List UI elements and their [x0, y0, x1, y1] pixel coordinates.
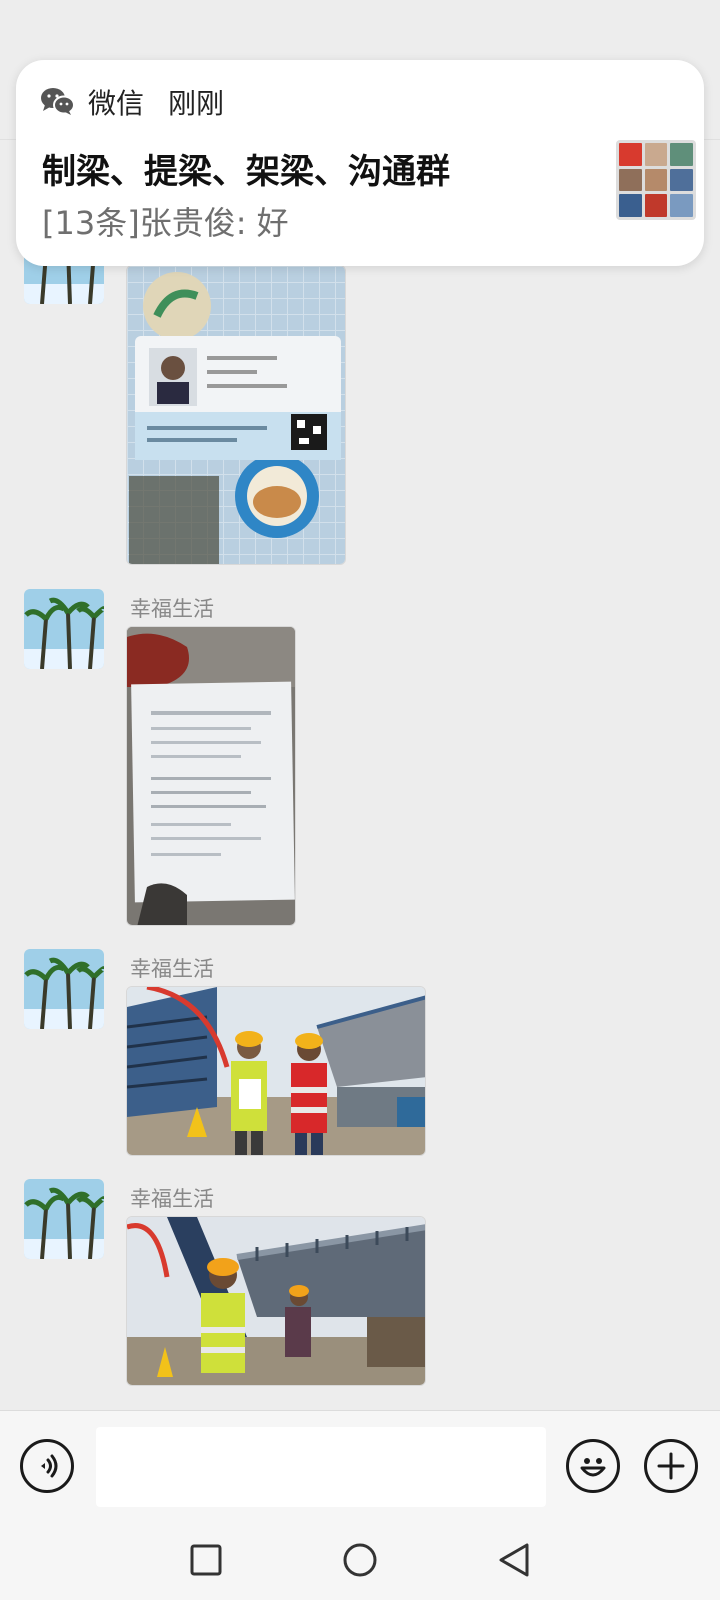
- sender-avatar[interactable]: [24, 949, 104, 1029]
- notification-preview: [13条]张贵俊: 好: [42, 204, 289, 242]
- emoji-button[interactable]: [566, 1439, 620, 1493]
- sender-name: 幸福生活: [130, 1187, 214, 1211]
- notification-time: 刚刚: [168, 87, 225, 120]
- voice-input-icon: [41, 1454, 58, 1478]
- group-avatar-tile: [670, 168, 693, 192]
- notification-app-name: 微信: [88, 87, 145, 120]
- sender-avatar[interactable]: [24, 589, 104, 669]
- wechat-icon: [41, 88, 74, 115]
- group-avatar-tile: [670, 194, 693, 217]
- triangle-back-icon: [499, 1543, 529, 1577]
- group-avatar-tile: [644, 194, 668, 217]
- group-avatar-tile: [619, 168, 642, 192]
- back-button[interactable]: [490, 1536, 538, 1584]
- more-button[interactable]: [644, 1439, 698, 1493]
- sender-avatar[interactable]: [24, 1179, 104, 1259]
- group-avatar-tile: [644, 143, 668, 166]
- group-avatar-tile: [619, 194, 642, 217]
- notification-title: 制梁、提梁、架梁、沟通群: [42, 152, 450, 192]
- home-button[interactable]: [336, 1536, 384, 1584]
- circle-icon: [343, 1543, 377, 1577]
- group-avatar-tile: [619, 143, 642, 166]
- notification-banner[interactable]: 微信 刚刚 制梁、提梁、架梁、沟通群 [13条]张贵俊: 好: [16, 60, 704, 266]
- recent-apps-button[interactable]: [182, 1536, 230, 1584]
- emoji-icon: [580, 1458, 606, 1477]
- message-input[interactable]: [96, 1427, 546, 1507]
- sender-name: 幸福生活: [130, 957, 214, 981]
- group-avatar: [616, 140, 696, 220]
- plus-icon: [657, 1452, 685, 1480]
- chat-image-workers[interactable]: [126, 986, 426, 1156]
- square-icon: [190, 1544, 222, 1576]
- chat-image-document[interactable]: [126, 626, 296, 926]
- group-avatar-tile: [644, 168, 668, 192]
- voice-input-button[interactable]: [20, 1439, 74, 1493]
- group-avatar-tile: [670, 143, 693, 166]
- chat-input-bar: [0, 1410, 720, 1520]
- sender-name: 幸福生活: [130, 597, 214, 621]
- chat-image-id-card[interactable]: [126, 265, 346, 565]
- chat-image-bridge-site[interactable]: [126, 1216, 426, 1386]
- system-navigation-bar: [0, 1520, 720, 1600]
